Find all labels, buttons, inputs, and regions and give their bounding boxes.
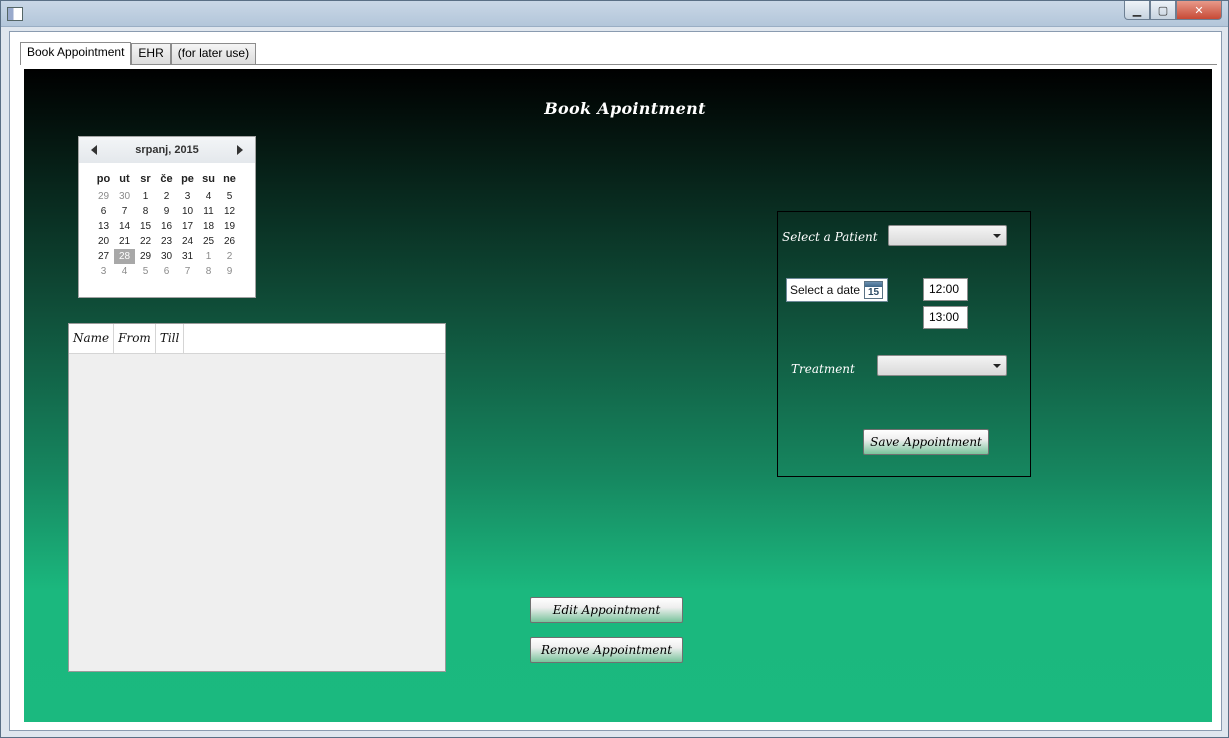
day-header: ut [119,173,130,185]
column-header-till[interactable]: Till [156,324,185,353]
column-header-name[interactable]: Name [69,324,115,353]
calendar-day[interactable]: 6 [93,204,114,219]
calendar: srpanj, 2015 po ut sr če pe su ne 29 30 1 2 3 4 5 6 7 8 9… [78,136,256,298]
calendar-day[interactable]: 6 [156,264,177,279]
calendar-day[interactable]: 31 [177,249,198,264]
tab-strip: Book Appointment EHR (for later use) [20,42,257,65]
application-window: ▁ ▢ ✕ Book Appointment EHR (for later us… [0,0,1229,738]
calendar-day[interactable]: 8 [198,264,219,279]
calendar-day[interactable]: 29 [93,189,114,204]
calendar-day[interactable]: 3 [177,189,198,204]
calendar-day[interactable]: 5 [219,189,240,204]
date-picker[interactable]: Select a date 15 [786,278,888,302]
treatment-combobox[interactable] [877,355,1007,376]
column-header-from[interactable]: From [114,324,156,353]
day-header: pe [181,173,194,185]
calendar-day[interactable]: 2 [219,249,240,264]
calendar-day[interactable]: 14 [114,219,135,234]
next-month-icon[interactable] [237,145,243,155]
day-header: su [202,173,215,185]
calendar-day[interactable]: 9 [156,204,177,219]
calendar-day[interactable]: 17 [177,219,198,234]
tab-ehr[interactable]: EHR [131,43,171,64]
page-title: Book Apointment [544,99,706,118]
day-header: ne [223,173,236,185]
calendar-day[interactable]: 24 [177,234,198,249]
time-till-field[interactable]: 13:00 [923,306,968,329]
time-from-field[interactable]: 12:00 [923,278,968,301]
save-appointment-button[interactable]: Save Appointment [863,429,989,455]
calendar-day[interactable]: 4 [198,189,219,204]
calendar-day[interactable]: 16 [156,219,177,234]
calendar-icon[interactable]: 15 [864,281,883,299]
calendar-day[interactable]: 19 [219,219,240,234]
calendar-day[interactable]: 27 [93,249,114,264]
calendar-day[interactable]: 20 [93,234,114,249]
minimize-button[interactable]: ▁ [1124,1,1150,20]
calendar-day[interactable]: 1 [198,249,219,264]
calendar-day[interactable]: 8 [135,204,156,219]
select-patient-label: Select a Patient [782,230,878,244]
calendar-day[interactable]: 1 [135,189,156,204]
booking-form: Select a Patient Select a date 15 12:00 … [777,211,1031,477]
calendar-day[interactable]: 3 [93,264,114,279]
calendar-day[interactable]: 18 [198,219,219,234]
day-header: po [96,173,111,185]
tab-for-later-use[interactable]: (for later use) [170,43,257,64]
chevron-down-icon [993,364,1001,368]
remove-appointment-button[interactable]: Remove Appointment [530,637,683,663]
close-button[interactable]: ✕ [1176,1,1222,20]
calendar-day[interactable]: 11 [198,204,219,219]
appointments-list[interactable]: Name From Till [68,323,446,672]
maximize-button[interactable]: ▢ [1150,1,1176,20]
calendar-day[interactable]: 23 [156,234,177,249]
tab-book-appointment[interactable]: Book Appointment [20,42,132,65]
calendar-icon-number: 15 [867,287,880,298]
calendar-day[interactable]: 5 [135,264,156,279]
calendar-day[interactable]: 30 [156,249,177,264]
calendar-day[interactable]: 2 [156,189,177,204]
calendar-day[interactable]: 30 [114,189,135,204]
patient-combobox[interactable] [888,225,1007,246]
title-bar[interactable]: ▁ ▢ ✕ [1,1,1228,27]
calendar-day[interactable]: 28 [114,249,135,264]
list-header: Name From Till [69,324,445,354]
calendar-day[interactable]: 12 [219,204,240,219]
tab-divider [20,64,1217,65]
calendar-day[interactable]: 4 [114,264,135,279]
calendar-month-label[interactable]: srpanj, 2015 [135,144,199,156]
edit-appointment-button[interactable]: Edit Appointment [530,597,683,623]
calendar-day[interactable]: 22 [135,234,156,249]
calendar-day[interactable]: 7 [177,264,198,279]
calendar-day[interactable]: 13 [93,219,114,234]
book-appointment-panel: Book Apointment srpanj, 2015 po ut sr če pe s… [24,69,1212,722]
treatment-label: Treatment [791,362,855,376]
date-placeholder: Select a date [790,283,861,297]
calendar-day[interactable]: 25 [198,234,219,249]
day-header: če [160,173,173,185]
app-icon [7,7,23,21]
day-header: sr [140,173,151,185]
calendar-header: srpanj, 2015 [79,137,255,163]
calendar-day[interactable]: 7 [114,204,135,219]
chevron-down-icon [993,234,1001,238]
previous-month-icon[interactable] [91,145,97,155]
calendar-day[interactable]: 10 [177,204,198,219]
calendar-day[interactable]: 26 [219,234,240,249]
calendar-day[interactable]: 21 [114,234,135,249]
window-controls: ▁ ▢ ✕ [1124,1,1222,21]
client-area: Book Appointment EHR (for later use) Boo… [9,31,1222,731]
calendar-grid: po ut sr če pe su ne 29 30 1 2 3 4 5 6 7 8 9 10 11 12 13 14 15 1… [93,169,255,279]
calendar-day[interactable]: 9 [219,264,240,279]
calendar-day[interactable]: 29 [135,249,156,264]
calendar-day[interactable]: 15 [135,219,156,234]
